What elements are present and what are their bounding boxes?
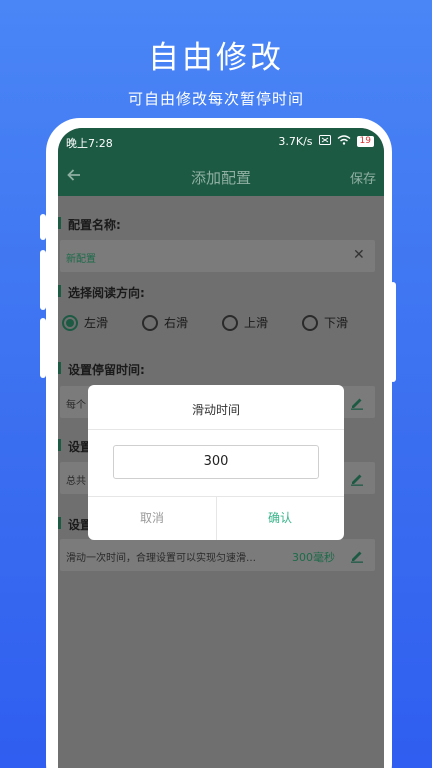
status-indicators: 3.7K/s 19 bbox=[278, 135, 374, 148]
swipe-time-input[interactable]: 300 bbox=[113, 445, 319, 479]
dialog-title: 滑动时间 bbox=[191, 403, 240, 417]
radio-up-swipe[interactable]: 上滑 bbox=[222, 314, 268, 331]
radio-down-swipe[interactable]: 下滑 bbox=[302, 314, 348, 331]
second-setting-description: 总共 bbox=[66, 476, 86, 487]
radio-dot bbox=[62, 314, 78, 331]
promo-title: 自由修改 bbox=[148, 40, 284, 76]
dwell-time-label: 设置停留时间: bbox=[58, 362, 145, 377]
cancel-button[interactable]: 取消 bbox=[88, 497, 216, 540]
status-time: 晚上7:28 bbox=[66, 137, 113, 150]
sim-icon bbox=[318, 135, 331, 148]
phone-side-button bbox=[40, 250, 46, 310]
edit-icon[interactable] bbox=[349, 547, 365, 563]
radio-left-swipe[interactable]: 左滑 bbox=[62, 314, 108, 331]
edit-icon[interactable] bbox=[349, 394, 365, 410]
dwell-time-description: 每个 bbox=[66, 400, 86, 411]
battery-level: 19 bbox=[356, 136, 374, 147]
swipe-time-description: 滑动一次时间，合理设置可以实现匀速滑… bbox=[66, 553, 256, 564]
radio-label: 上滑 bbox=[244, 316, 269, 330]
direction-label: 选择阅读方向: bbox=[58, 285, 145, 300]
wifi-icon bbox=[337, 135, 351, 148]
direction-radio-group: 左滑 右滑 上滑 下滑 bbox=[62, 314, 382, 336]
radio-label: 左滑 bbox=[84, 316, 109, 330]
page-title: 添加配置 bbox=[190, 169, 251, 187]
swipe-time-dialog: 滑动时间 300 取消 确认 bbox=[88, 385, 344, 540]
radio-label: 下滑 bbox=[324, 316, 349, 330]
config-name-label: 配置名称: bbox=[58, 217, 121, 232]
swipe-time-card[interactable]: 滑动一次时间，合理设置可以实现匀速滑… 300毫秒 bbox=[60, 539, 375, 571]
promo-subtitle: 可自由修改每次暂停时间 bbox=[127, 90, 304, 108]
app-bar: 添加配置 保存 bbox=[58, 156, 384, 196]
radio-label: 右滑 bbox=[164, 316, 189, 330]
phone-side-button bbox=[390, 282, 396, 382]
divider bbox=[88, 429, 344, 430]
radio-dot bbox=[302, 314, 318, 331]
radio-dot bbox=[222, 314, 238, 331]
edit-icon[interactable] bbox=[349, 470, 365, 486]
phone-side-button bbox=[40, 214, 46, 240]
swipe-time-value: 300毫秒 bbox=[292, 551, 335, 564]
confirm-button[interactable]: 确认 bbox=[216, 497, 344, 540]
radio-right-swipe[interactable]: 右滑 bbox=[142, 314, 188, 331]
phone-side-button bbox=[40, 318, 46, 378]
config-name-value: 新配置 bbox=[66, 254, 96, 265]
network-speed: 3.7K/s bbox=[278, 135, 313, 148]
clear-icon[interactable]: ✕ bbox=[353, 248, 367, 262]
config-name-field[interactable]: 新配置 ✕ bbox=[60, 240, 375, 272]
battery-icon: 19 bbox=[356, 136, 374, 147]
status-bar: 晚上7:28 3.7K/s 19 bbox=[58, 128, 384, 156]
radio-dot bbox=[142, 314, 158, 331]
save-button[interactable]: 保存 bbox=[350, 168, 376, 187]
